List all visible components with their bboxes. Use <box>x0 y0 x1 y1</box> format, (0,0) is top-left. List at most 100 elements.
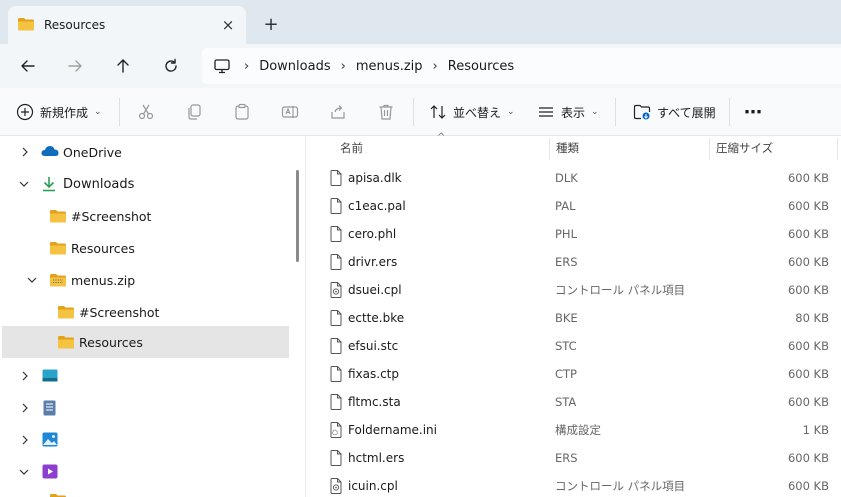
chevron-down-icon: ⌄ <box>94 107 102 117</box>
file-size: 600 KB <box>787 227 829 241</box>
extract-folder-icon <box>633 104 651 120</box>
new-button[interactable]: 新規作成 ⌄ <box>16 98 102 126</box>
nav-item-documents[interactable] <box>0 392 292 424</box>
sort-button[interactable]: 並べ替え ⌄ <box>429 98 515 126</box>
file-row[interactable]: cero.phl PHL 600 KB <box>306 220 841 248</box>
nav-item-desktop[interactable] <box>0 360 292 392</box>
divider <box>729 98 730 126</box>
file-type: BKE <box>555 311 578 325</box>
nav-scrollbar[interactable] <box>296 170 299 262</box>
refresh-button[interactable] <box>155 50 187 82</box>
nav-item-videos[interactable] <box>0 456 292 488</box>
nav-item-zip-resources[interactable]: Resources <box>2 326 289 358</box>
nav-item-label: OneDrive <box>63 144 122 160</box>
nav-item-label: Resources <box>71 240 135 256</box>
nav-item-screenshot[interactable]: #Screenshot <box>0 200 292 232</box>
delete-button[interactable] <box>377 98 395 126</box>
arrow-up-icon <box>117 59 129 73</box>
file-type: 構成設定 <box>555 423 601 437</box>
file-row[interactable]: c1eac.pal PAL 600 KB <box>306 192 841 220</box>
more-options-button[interactable]: ⋯ <box>744 98 762 126</box>
divider <box>119 98 120 126</box>
file-row[interactable]: icuin.cpl コントロール パネル項目 600 KB <box>306 472 841 497</box>
file-type: CTP <box>555 367 577 381</box>
tab-resources[interactable]: Resources × <box>8 6 246 44</box>
file-type: DLK <box>555 171 578 185</box>
navigation-pane: OneDrive Downloads #Screenshot Resources… <box>0 136 292 497</box>
chevron-down-icon: ⌄ <box>591 107 599 117</box>
chevron-down-icon[interactable] <box>17 465 31 479</box>
forward-button[interactable] <box>59 50 91 82</box>
chevron-right-icon[interactable] <box>18 145 32 159</box>
file-row[interactable]: fltmc.sta STA 600 KB <box>306 388 841 416</box>
chevron-right-icon[interactable] <box>18 401 32 415</box>
breadcrumb-downloads[interactable]: Downloads <box>259 59 330 74</box>
arrow-right-icon <box>68 60 82 72</box>
column-divider[interactable] <box>549 138 550 160</box>
nav-item-onedrive[interactable]: OneDrive <box>0 136 292 168</box>
copy-icon <box>188 104 201 120</box>
share-button[interactable] <box>329 98 347 126</box>
new-label: 新規作成 <box>40 105 89 120</box>
column-divider[interactable] <box>709 138 710 160</box>
folder-icon <box>50 209 66 226</box>
extract-all-button[interactable]: すべて展開 <box>633 98 716 126</box>
copy-button[interactable] <box>185 98 203 126</box>
chevron-down-icon[interactable] <box>25 273 39 287</box>
file-row[interactable]: Foldername.ini 構成設定 1 KB <box>306 416 841 444</box>
control-panel-file-icon <box>330 478 342 497</box>
file-row[interactable]: fixas.ctp CTP 600 KB <box>306 360 841 388</box>
extract-all-label: すべて展開 <box>657 105 716 120</box>
file-row[interactable]: ectte.bke BKE 80 KB <box>306 304 841 332</box>
tab-close-icon[interactable]: × <box>214 11 242 39</box>
file-row[interactable]: drivr.ers ERS 600 KB <box>306 248 841 276</box>
file-size: 600 KB <box>787 283 829 297</box>
file-name: apisa.dlk <box>348 171 402 185</box>
column-header-size[interactable]: 圧縮サイズ <box>716 136 836 160</box>
videos-icon <box>42 464 58 482</box>
address-row: › Downloads › menus.zip › Resources <box>0 44 841 88</box>
breadcrumb-menus-zip[interactable]: menus.zip <box>356 59 423 74</box>
nav-item-label: Downloads <box>63 176 135 192</box>
file-type: コントロール パネル項目 <box>555 283 686 297</box>
nav-item-pictures[interactable] <box>0 424 292 456</box>
nav-item-zip-screenshot[interactable]: #Screenshot <box>0 296 292 328</box>
file-row[interactable]: apisa.dlk DLK 600 KB <box>306 164 841 192</box>
file-row[interactable]: dsuei.cpl コントロール パネル項目 600 KB <box>306 276 841 304</box>
column-header-type[interactable]: 種類 <box>556 136 706 160</box>
breadcrumb-resources[interactable]: Resources <box>448 59 514 74</box>
new-tab-button[interactable]: + <box>258 12 284 36</box>
chevron-right-icon[interactable] <box>18 433 32 447</box>
tab-strip: Resources × + <box>0 0 841 44</box>
divider <box>615 98 616 126</box>
file-type: ERS <box>555 255 578 269</box>
nav-item-resources[interactable]: Resources <box>0 232 292 264</box>
column-header-name[interactable]: 名前 <box>340 136 550 160</box>
address-bar[interactable]: › Downloads › menus.zip › Resources <box>202 48 841 84</box>
nav-item-partial[interactable] <box>0 488 292 497</box>
nav-item-downloads[interactable]: Downloads <box>0 168 292 200</box>
file-type: PHL <box>555 227 577 241</box>
command-bar: 新規作成 ⌄ 並べ替え ⌄ 表示 ⌄ すべて展開 ⋯ <box>0 88 841 136</box>
cut-button[interactable] <box>137 98 155 126</box>
breadcrumb-chevron-icon: › <box>432 58 438 74</box>
file-icon <box>330 198 342 217</box>
chevron-right-icon[interactable] <box>18 369 32 383</box>
rename-button[interactable] <box>281 98 299 126</box>
nav-item-label: Resources <box>79 334 143 350</box>
up-button[interactable] <box>107 50 139 82</box>
back-button[interactable] <box>12 50 44 82</box>
file-row[interactable]: hctml.ers ERS 600 KB <box>306 444 841 472</box>
file-name: Foldername.ini <box>348 423 437 437</box>
column-divider[interactable] <box>837 138 838 160</box>
file-row[interactable]: efsui.stc STC 600 KB <box>306 332 841 360</box>
scissors-icon <box>138 104 154 120</box>
view-button[interactable]: 表示 ⌄ <box>537 98 599 126</box>
documents-icon <box>43 400 56 419</box>
clipboard-icon <box>235 103 249 120</box>
chevron-down-icon[interactable] <box>17 177 31 191</box>
trash-icon <box>379 104 393 120</box>
nav-item-menus-zip[interactable]: menus.zip <box>0 264 292 296</box>
onedrive-icon <box>41 145 59 160</box>
paste-button[interactable] <box>233 98 251 126</box>
